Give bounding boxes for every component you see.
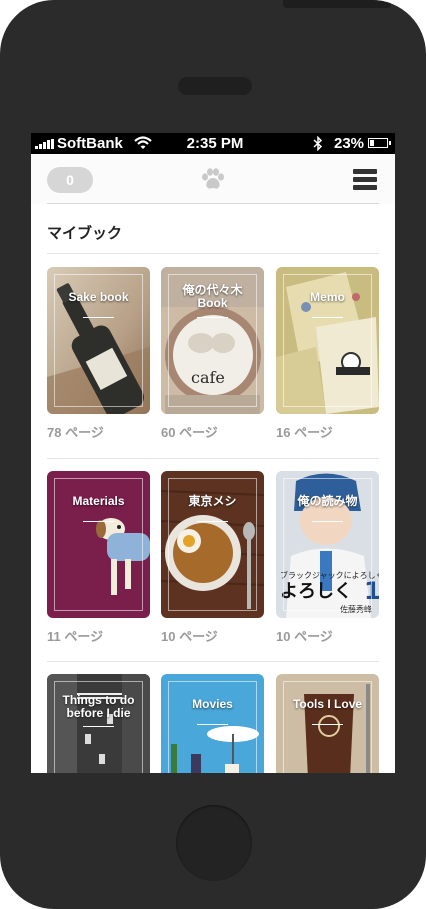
title-underline bbox=[197, 521, 228, 522]
book-title: Movies bbox=[192, 697, 233, 711]
book-cover-frame bbox=[168, 681, 257, 773]
book-things-to-do[interactable]: Things to do before I die bbox=[47, 674, 150, 773]
book-page-count: 60 ページ bbox=[161, 425, 218, 440]
book-page-count: 11 ページ bbox=[47, 629, 104, 644]
notification-counter[interactable]: 0 bbox=[47, 167, 93, 193]
book-materials[interactable]: Materials bbox=[47, 471, 150, 618]
title-underline bbox=[312, 724, 343, 725]
carrier-name: SoftBank bbox=[57, 135, 123, 152]
header-divider bbox=[47, 203, 379, 204]
title-underline bbox=[197, 317, 228, 318]
title-underline bbox=[83, 317, 114, 318]
section-divider bbox=[47, 253, 379, 254]
wifi-icon bbox=[134, 136, 152, 149]
hamburger-menu-icon[interactable] bbox=[353, 169, 377, 191]
screen: SoftBank 2:35 PM 23% 0 マイブック Sake book 7… bbox=[31, 133, 395, 773]
bluetooth-icon bbox=[313, 136, 323, 151]
book-ore-no-yomimono[interactable]: ブラックジャックによろしく よろしく 1 佐藤秀峰 俺の読み物 bbox=[276, 471, 379, 618]
book-title: 俺の読み物 bbox=[297, 494, 358, 508]
battery-percent: 23% bbox=[334, 135, 365, 152]
title-underline bbox=[312, 317, 343, 318]
book-yoyogi-book[interactable]: cafe 俺の代々木 Book bbox=[161, 267, 264, 414]
title-underline bbox=[83, 521, 114, 522]
phone-frame: SoftBank 2:35 PM 23% 0 マイブック Sake book 7… bbox=[0, 0, 426, 909]
book-title: Things to do before I die bbox=[62, 693, 135, 720]
title-underline bbox=[83, 726, 114, 727]
status-bar: SoftBank 2:35 PM 23% bbox=[31, 133, 395, 154]
book-title: Memo bbox=[310, 290, 345, 304]
book-tokyo-meshi[interactable]: 東京メシ bbox=[161, 471, 264, 618]
row-divider bbox=[47, 661, 379, 662]
book-title: Materials bbox=[72, 494, 125, 508]
book-page-count: 78 ページ bbox=[47, 425, 104, 440]
home-button[interactable] bbox=[176, 805, 252, 881]
title-underline bbox=[197, 724, 228, 725]
book-page-count: 10 ページ bbox=[276, 629, 333, 644]
book-sake-book[interactable]: Sake book bbox=[47, 267, 150, 414]
earpiece-speaker bbox=[178, 77, 252, 95]
book-memo[interactable]: Memo bbox=[276, 267, 379, 414]
book-title: 俺の代々木 Book bbox=[182, 283, 243, 310]
book-title: Sake book bbox=[68, 290, 129, 304]
battery-icon bbox=[368, 138, 391, 148]
book-page-count: 10 ページ bbox=[161, 629, 218, 644]
paw-icon[interactable] bbox=[200, 167, 226, 191]
row-divider bbox=[47, 458, 379, 459]
section-title: マイブック bbox=[47, 225, 123, 242]
book-cover-frame bbox=[283, 681, 372, 773]
book-page-count: 16 ページ bbox=[276, 425, 333, 440]
title-underline bbox=[312, 521, 343, 522]
book-title: 東京メシ bbox=[188, 494, 237, 508]
book-movies[interactable]: Movies bbox=[161, 674, 264, 773]
top-bar: 0 bbox=[31, 154, 395, 204]
clock: 2:35 PM bbox=[186, 135, 244, 152]
power-button bbox=[283, 0, 391, 8]
book-title: Tools I Love bbox=[292, 697, 363, 711]
book-tools-i-love[interactable]: Tools I Love bbox=[276, 674, 379, 773]
